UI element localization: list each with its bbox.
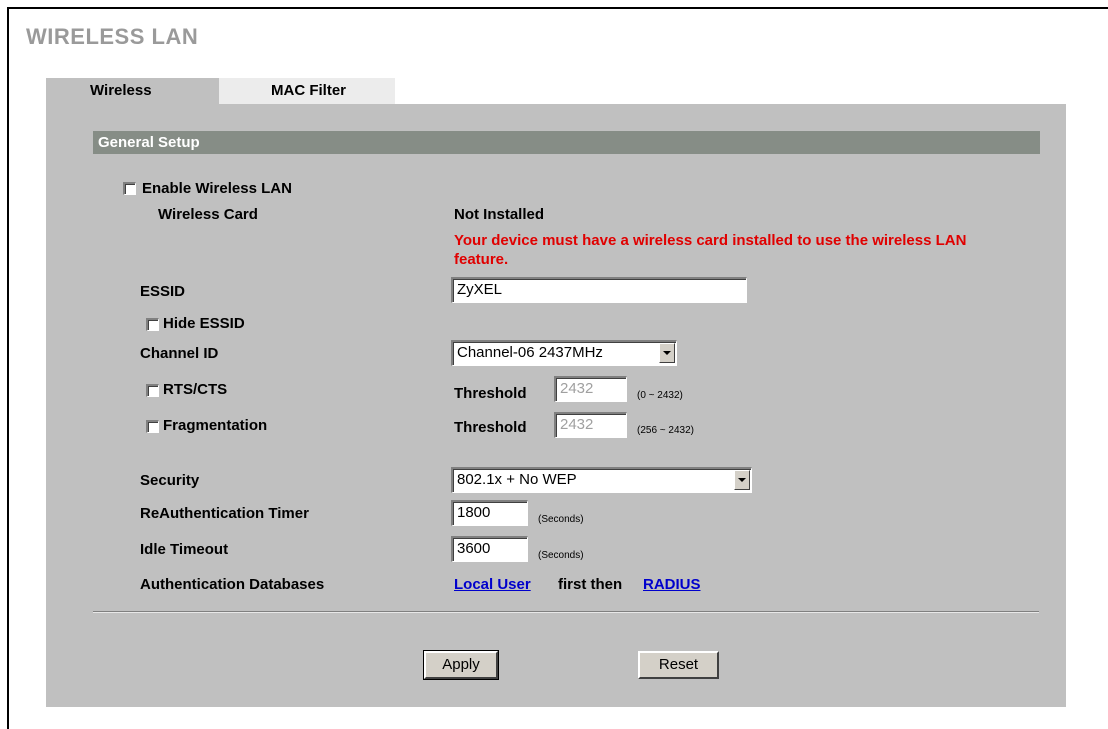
hide-essid-checkbox[interactable]: [146, 318, 159, 331]
security-label: Security: [140, 472, 200, 489]
page-title: WIRELESS LAN: [26, 24, 199, 49]
fragmentation-threshold-label: Threshold: [454, 419, 527, 436]
rts-cts-checkbox[interactable]: [146, 384, 159, 397]
tab-mac-filter[interactable]: MAC Filter: [219, 78, 395, 104]
idle-timeout-input[interactable]: 3600: [451, 536, 528, 562]
rts-threshold-input[interactable]: 2432: [554, 376, 627, 402]
fragmentation-label: Fragmentation: [163, 417, 268, 434]
security-select[interactable]: 802.1x + No WEP: [451, 467, 752, 493]
essid-label: ESSID: [140, 283, 186, 300]
enable-wireless-label: Enable Wireless LAN: [142, 180, 292, 197]
wireless-card-status: Not Installed: [454, 206, 545, 223]
reauth-timer-label: ReAuthentication Timer: [140, 505, 309, 522]
chevron-down-icon[interactable]: [659, 343, 675, 363]
frame-top-border: [7, 7, 1108, 9]
channel-id-select[interactable]: Channel-06 2437MHz: [451, 340, 677, 366]
hide-essid-label: Hide ESSID: [163, 315, 245, 332]
reauth-timer-unit: (Seconds): [538, 514, 584, 525]
chevron-down-icon[interactable]: [734, 470, 750, 490]
channel-id-label: Channel ID: [140, 345, 219, 362]
reset-button[interactable]: Reset: [638, 651, 719, 679]
reauth-timer-input[interactable]: 1800: [451, 500, 528, 526]
wireless-card-label: Wireless Card: [158, 206, 258, 223]
fragmentation-checkbox[interactable]: [146, 420, 159, 433]
fragmentation-threshold-input[interactable]: 2432: [554, 412, 627, 438]
rts-threshold-label: Threshold: [454, 385, 527, 402]
radius-link[interactable]: RADIUS: [643, 576, 701, 593]
idle-timeout-unit: (Seconds): [538, 550, 584, 561]
section-title-general-setup: General Setup: [93, 131, 1040, 154]
frame-left-border: [7, 7, 9, 729]
divider: [93, 611, 1039, 613]
tab-wireless[interactable]: Wireless: [46, 78, 219, 104]
fragmentation-threshold-range: (256 ~ 2432): [637, 425, 694, 436]
rts-threshold-range: (0 ~ 2432): [637, 390, 683, 401]
wireless-card-warning: Your device must have a wireless card in…: [454, 232, 967, 268]
security-value: 802.1x + No WEP: [457, 471, 577, 488]
essid-input[interactable]: ZyXEL: [451, 277, 747, 303]
apply-button[interactable]: Apply: [423, 650, 499, 680]
auth-databases-separator: first then: [558, 576, 623, 593]
local-user-link[interactable]: Local User: [454, 576, 531, 593]
channel-id-value: Channel-06 2437MHz: [457, 344, 603, 361]
rts-cts-label: RTS/CTS: [163, 381, 228, 398]
enable-wireless-checkbox[interactable]: [123, 182, 136, 195]
idle-timeout-label: Idle Timeout: [140, 541, 229, 558]
auth-databases-label: Authentication Databases: [140, 576, 325, 593]
